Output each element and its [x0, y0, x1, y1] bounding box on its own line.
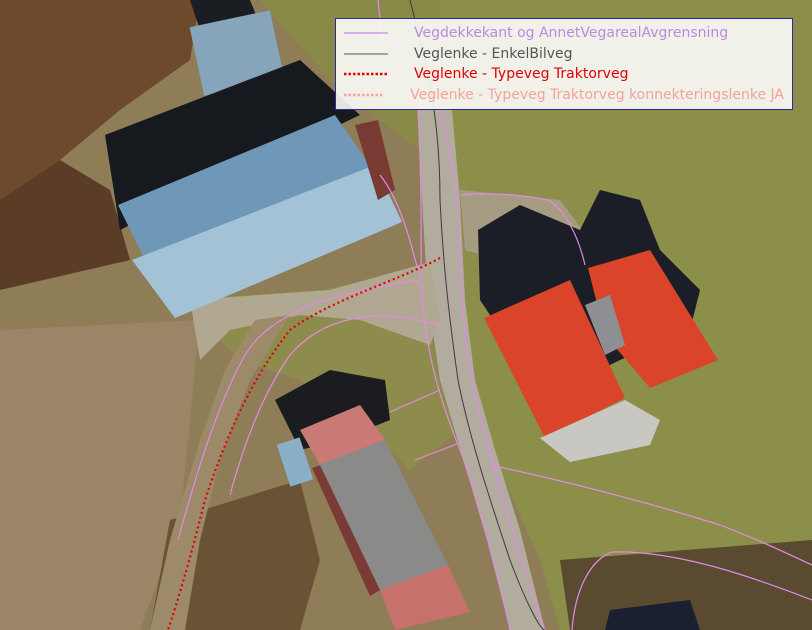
line-solid-icon [344, 53, 388, 55]
line-solid-icon [344, 32, 388, 34]
map-view[interactable]: Vegdekkekant og AnnetVegarealAvgrensning… [0, 0, 812, 630]
map-legend: Vegdekkekant og AnnetVegarealAvgrensning… [335, 18, 793, 110]
line-dotted-icon [344, 73, 388, 76]
line-dotted-icon [344, 93, 385, 96]
legend-label: Veglenke - Typeveg Traktorveg [414, 66, 629, 83]
legend-label: Veglenke - EnkelBilveg [414, 45, 573, 62]
legend-item: Veglenke - Typeveg Traktorveg konnekteri… [344, 85, 784, 106]
legend-item: Veglenke - EnkelBilveg [344, 44, 784, 65]
legend-label: Vegdekkekant og AnnetVegarealAvgrensning [414, 25, 729, 42]
legend-item: Vegdekkekant og AnnetVegarealAvgrensning [344, 23, 784, 44]
legend-label: Veglenke - Typeveg Traktorveg konnekteri… [410, 86, 784, 103]
legend-item: Veglenke - Typeveg Traktorveg [344, 64, 784, 85]
